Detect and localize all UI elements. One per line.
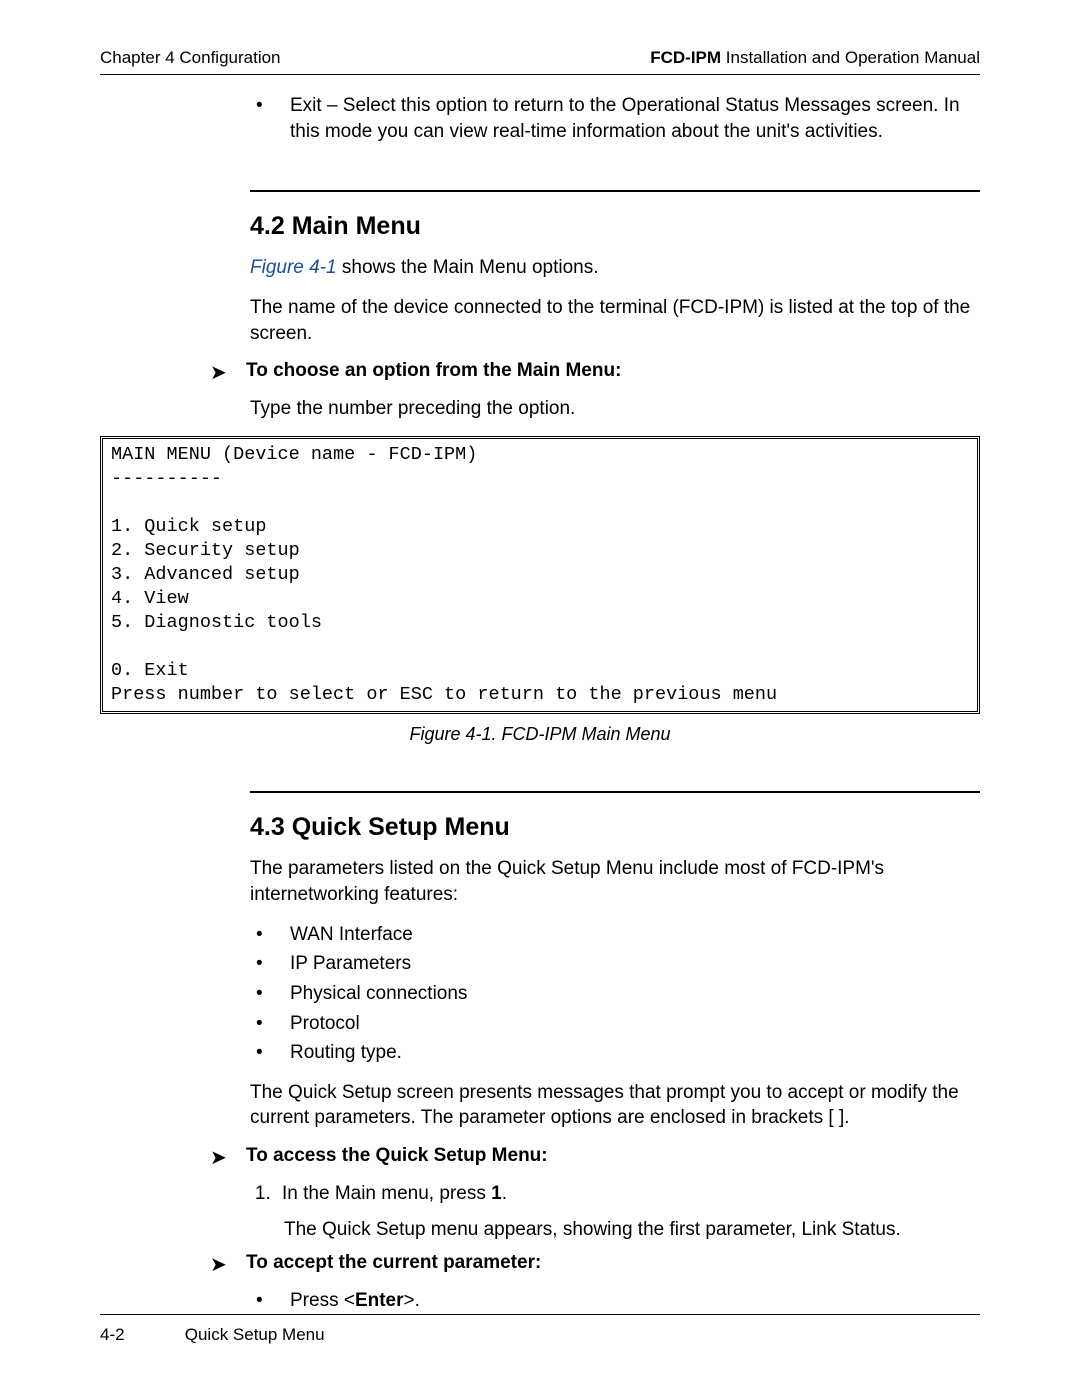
page-header: Chapter 4 Configuration FCD-IPM Installa…: [100, 48, 980, 75]
para-fig-ref: Figure 4-1 shows the Main Menu options.: [250, 255, 980, 281]
arrow-icon: ➤: [210, 1145, 246, 1171]
press-key: Enter: [355, 1290, 404, 1311]
procedure-access-qs: ➤ To access the Quick Setup Menu:: [250, 1145, 980, 1171]
terminal-main-menu: MAIN MENU (Device name - FCD-IPM) ------…: [100, 436, 980, 715]
procedure-choose-option: ➤ To choose an option from the Main Menu…: [250, 360, 980, 386]
header-left: Chapter 4 Configuration: [100, 48, 281, 68]
step-1-post: .: [502, 1183, 507, 1204]
quick-setup-bullets: •WAN Interface•IP Parameters•Physical co…: [250, 922, 980, 1066]
bullet-exit: • Exit – Select this option to return to…: [250, 93, 980, 144]
para-fig-rest: shows the Main Menu options.: [337, 257, 599, 278]
page-number: 4-2: [100, 1325, 180, 1345]
bullet-press-enter: • Press <Enter>.: [250, 1288, 980, 1314]
bullet-icon: •: [250, 93, 290, 144]
header-product: FCD-IPM: [650, 48, 721, 67]
list-item-text: WAN Interface: [290, 922, 413, 948]
section-4-2: 4.2 Main Menu Figure 4-1 shows the Main …: [250, 190, 980, 422]
heading-4-3: 4.3 Quick Setup Menu: [250, 813, 980, 842]
list-item: •Protocol: [250, 1011, 980, 1037]
header-right: FCD-IPM Installation and Operation Manua…: [650, 48, 980, 68]
procedure-title: To access the Quick Setup Menu:: [246, 1145, 548, 1167]
procedure-steps: In the Main menu, press 1.: [250, 1181, 980, 1207]
list-item: •WAN Interface: [250, 922, 980, 948]
bullet-icon: •: [250, 1040, 290, 1066]
header-manual: Installation and Operation Manual: [721, 48, 980, 67]
bullet-icon: •: [250, 922, 290, 948]
bullet-press-enter-text: Press <Enter>.: [290, 1288, 420, 1314]
step-1-key: 1: [491, 1183, 502, 1204]
figure-link[interactable]: Figure 4-1: [250, 257, 337, 278]
list-item: •IP Parameters: [250, 951, 980, 977]
list-item: •Physical connections: [250, 981, 980, 1007]
procedure-title: To accept the current parameter:: [246, 1252, 541, 1274]
para-device-name: The name of the device connected to the …: [250, 295, 980, 346]
list-item-text: Routing type.: [290, 1040, 402, 1066]
step-1-pre: In the Main menu, press: [282, 1183, 491, 1204]
para-qs-intro: The parameters listed on the Quick Setup…: [250, 856, 980, 907]
list-item-text: IP Parameters: [290, 951, 411, 977]
arrow-icon: ➤: [210, 360, 246, 386]
press-pre: Press <: [290, 1290, 355, 1311]
page: Chapter 4 Configuration FCD-IPM Installa…: [0, 0, 1080, 1397]
list-item-text: Physical connections: [290, 981, 467, 1007]
section-rule: [250, 190, 980, 192]
procedure-accept-param: ➤ To accept the current parameter:: [250, 1252, 980, 1278]
press-post: >.: [404, 1290, 420, 1311]
content-area-top: • Exit – Select this option to return to…: [250, 93, 980, 144]
bullet-icon: •: [250, 1288, 290, 1314]
section-rule-2: [250, 791, 980, 793]
step-1: In the Main menu, press 1.: [276, 1181, 980, 1207]
heading-4-2: 4.2 Main Menu: [250, 212, 980, 241]
procedure-body: Type the number preceding the option.: [250, 396, 980, 422]
para-qs-prompts: The Quick Setup screen presents messages…: [250, 1080, 980, 1131]
arrow-icon: ➤: [210, 1252, 246, 1278]
figure-caption: Figure 4-1. FCD-IPM Main Menu: [100, 724, 980, 745]
list-item-text: Protocol: [290, 1011, 360, 1037]
list-item: •Routing type.: [250, 1040, 980, 1066]
step-1-result: The Quick Setup menu appears, showing th…: [284, 1217, 980, 1243]
bullet-exit-text: Exit – Select this option to return to t…: [290, 93, 980, 144]
bullet-icon: •: [250, 951, 290, 977]
page-footer: 4-2 Quick Setup Menu: [100, 1314, 980, 1345]
bullet-icon: •: [250, 981, 290, 1007]
procedure-title: To choose an option from the Main Menu:: [246, 360, 621, 382]
section-4-3: 4.3 Quick Setup Menu The parameters list…: [250, 791, 980, 1314]
bullet-icon: •: [250, 1011, 290, 1037]
footer-title: Quick Setup Menu: [185, 1325, 325, 1344]
